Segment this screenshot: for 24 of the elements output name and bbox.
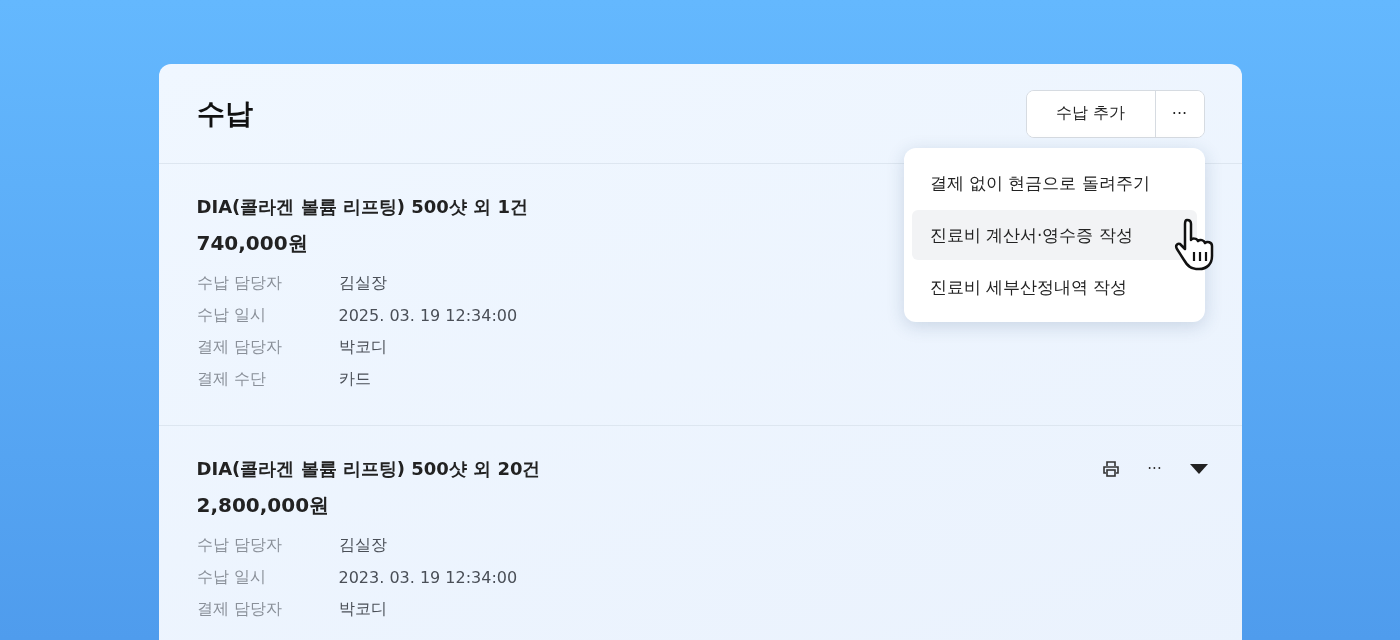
detail-value: 박코디 xyxy=(338,598,387,620)
detail-label: 수납 담당자 xyxy=(196,272,283,294)
menu-item[interactable]: 진료비 세부산정내역 작성 xyxy=(911,262,1197,312)
detail-value: 2025. 03. 19 12:34:00 xyxy=(338,305,518,325)
more-button[interactable]: ··· xyxy=(1143,458,1166,480)
payment-title: DIA(콜라겐 볼륨 리프팅) 500샷 외 20건 xyxy=(196,457,541,481)
detail-label: 수납 일시 xyxy=(196,304,267,326)
payment-title: DIA(콜라겐 볼륨 리프팅) 500샷 외 1건 xyxy=(196,195,528,219)
detail-label: 결제 수단 xyxy=(196,368,267,390)
detail-value: 카드 xyxy=(338,368,371,390)
panel-title: 수납 xyxy=(196,95,253,132)
payment-amount: 740,000원 xyxy=(196,230,308,257)
detail-label: 수납 담당자 xyxy=(196,534,283,556)
payment-amount: 2,800,000원 xyxy=(196,492,330,519)
detail-label: 결제 담당자 xyxy=(196,336,283,358)
detail-value: 2023. 03. 19 12:34:00 xyxy=(338,567,518,587)
menu-item[interactable]: 결제 없이 현금으로 돌려주기 xyxy=(911,158,1197,208)
detail-value: 김실장 xyxy=(338,272,387,294)
detail-label: 수납 일시 xyxy=(196,566,267,588)
detail-label: 결제 담당자 xyxy=(196,598,283,620)
menu-item[interactable]: 진료비 계산서·영수증 작성 xyxy=(911,210,1197,260)
detail-value: 김실장 xyxy=(338,534,387,556)
more-button[interactable]: ··· xyxy=(1154,90,1204,137)
detail-value: 박코디 xyxy=(338,336,387,358)
